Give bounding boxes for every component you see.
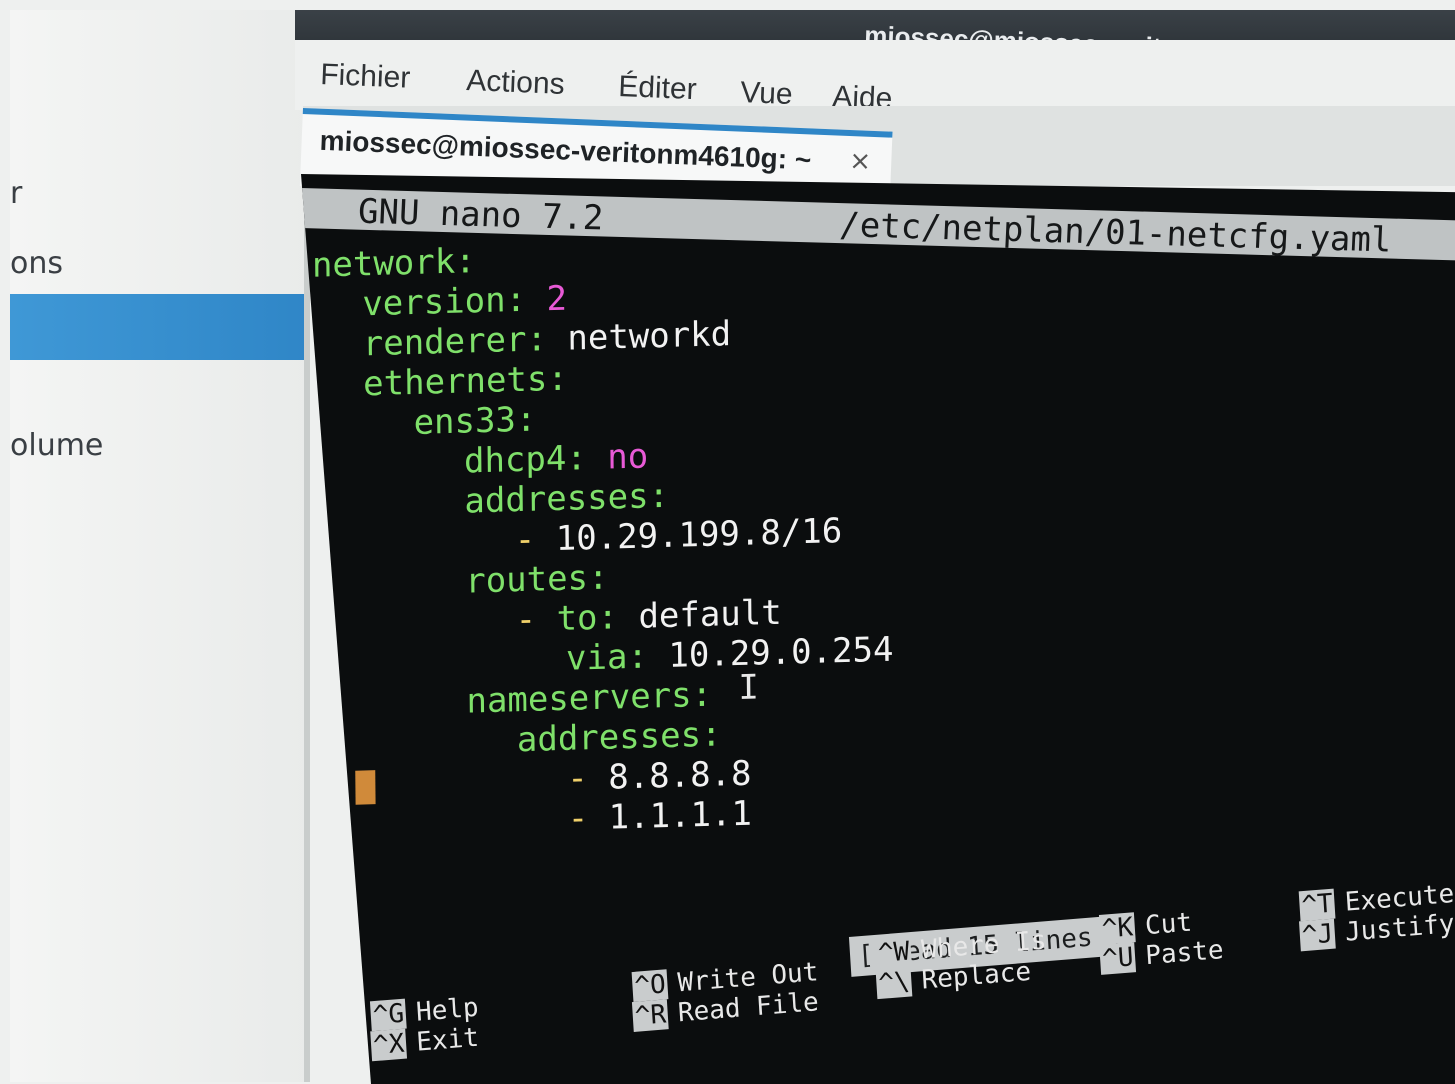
yaml-value: default: [617, 592, 782, 638]
menu-editer[interactable]: Éditer: [618, 70, 698, 107]
shortcut-exit[interactable]: ^X Exit: [370, 1018, 480, 1067]
yaml-value: no: [586, 436, 649, 479]
yaml-key: renderer:: [362, 319, 548, 365]
file-line[interactable]: - 10.29.199.8/16: [515, 511, 843, 560]
shortcut-paste[interactable]: ^U Paste: [1099, 930, 1225, 980]
file-line[interactable]: ens33:: [413, 400, 536, 443]
yaml-key: ethernets:: [362, 358, 569, 405]
tab-bar: miossec@miossec-veritonm4610g: ~ ×: [299, 106, 1455, 210]
file-line[interactable]: addresses:: [464, 476, 669, 522]
yaml-key: via:: [565, 636, 649, 679]
yaml-value: 1.1.1.1: [608, 793, 753, 838]
shortcut-key: ^J: [1298, 918, 1337, 952]
nano-editor[interactable]: GNU nano 7.2 /etc/netplan/01-netcfg.yaml…: [301, 174, 1455, 1074]
yaml-value: 10.29.199.8/16: [555, 511, 843, 560]
file-line[interactable]: addresses:: [517, 714, 722, 760]
file-line[interactable]: routes:: [465, 558, 609, 602]
yaml-value: 2: [525, 278, 568, 320]
menu-bar: Fichier Actions Éditer Vue Aide: [295, 40, 1455, 115]
yaml-key: dhcp4:: [463, 438, 587, 482]
yaml-value: 10.29.0.254: [647, 629, 894, 677]
shortcut-key: ^U: [1099, 942, 1137, 975]
terminal-screen[interactable]: GNU nano 7.2 /etc/netplan/01-netcfg.yaml…: [301, 174, 1455, 1084]
list-dash: -: [515, 599, 557, 641]
file-line[interactable]: via: 10.29.0.254: [566, 630, 894, 679]
file-line[interactable]: dhcp4: no: [464, 436, 649, 481]
shortcut-label: Justify: [1344, 908, 1455, 948]
yaml-key: nameservers:: [466, 674, 713, 722]
menu-actions[interactable]: Actions: [466, 64, 566, 102]
shortcut-label: Exit: [415, 1022, 480, 1058]
menu-fichier[interactable]: Fichier: [320, 58, 411, 96]
close-icon[interactable]: ×: [849, 146, 872, 177]
yaml-key: to:: [556, 597, 619, 640]
nano-filename: /etc/netplan/01-netcfg.yaml: [838, 205, 1393, 261]
yaml-key: version:: [362, 279, 527, 325]
tab-label: miossec@miossec-veritonm4610g: ~: [319, 124, 812, 176]
text-cursor: [355, 770, 376, 805]
shortcut-key: ^\: [875, 966, 913, 1000]
file-line[interactable]: - 1.1.1.1: [568, 794, 753, 839]
file-line[interactable]: version: 2: [362, 279, 567, 325]
shortcut-label: Read File: [677, 987, 820, 1029]
list-dash: -: [567, 797, 609, 839]
yaml-key: ens33:: [413, 399, 537, 443]
sidebar-fragment[interactable]: olume: [10, 428, 103, 463]
yaml-key: network:: [311, 241, 476, 286]
file-line[interactable]: ethernets:: [363, 359, 568, 405]
sidebar-selected-item[interactable]: [10, 294, 310, 360]
shortcut-label: Replace: [920, 956, 1032, 996]
sidebar-fragment[interactable]: r: [10, 176, 22, 211]
file-line[interactable]: network:: [312, 241, 476, 286]
yaml-key: addresses:: [516, 714, 722, 761]
shortcut-key: ^X: [370, 1028, 408, 1062]
list-dash: -: [567, 757, 609, 799]
background-window-sidebar: r ons olume: [10, 10, 310, 1082]
yaml-key: addresses:: [464, 475, 670, 522]
shortcut-key: ^R: [631, 999, 670, 1032]
yaml-key: routes:: [465, 557, 609, 602]
yaml-value: 8.8.8.8: [608, 753, 752, 798]
shortcut-label: Paste: [1144, 935, 1225, 972]
file-line[interactable]: nameservers:: [466, 675, 712, 722]
ibeam-cursor-icon: I: [738, 667, 760, 708]
yaml-value: networkd: [546, 314, 732, 360]
terminal-window: miossec@miossec-veritonm4610g: ~ Fichier…: [295, 10, 1455, 1084]
file-line[interactable]: - 8.8.8.8: [567, 754, 752, 799]
nano-version: GNU nano 7.2: [357, 191, 605, 239]
sidebar-fragment[interactable]: ons: [10, 246, 63, 281]
list-dash: -: [514, 519, 556, 561]
